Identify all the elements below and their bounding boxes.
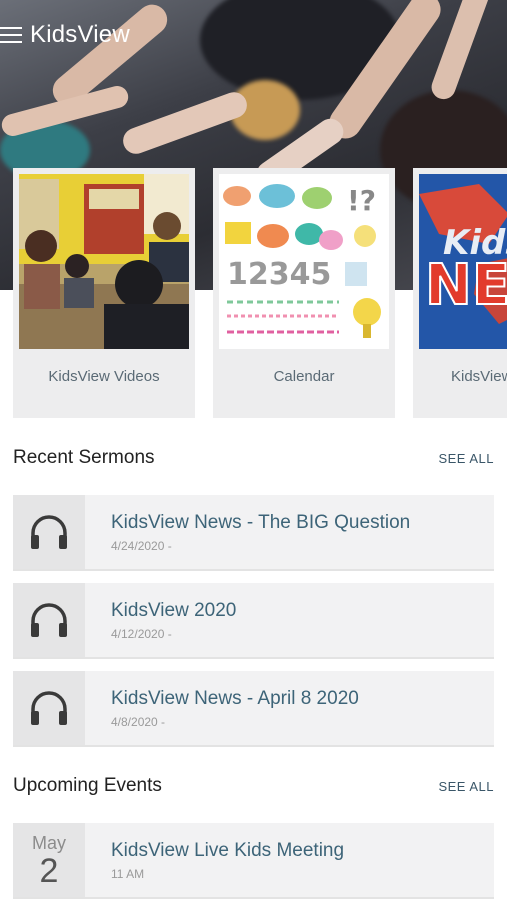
card-label: KidsView Videos [48, 368, 160, 385]
sermon-date: 4/12/2020 - [111, 626, 172, 641]
event-row[interactable]: May 2 KidsView Live Kids Meeting 11 AM [13, 823, 494, 899]
hamburger-menu-icon[interactable] [0, 27, 22, 43]
sermon-title: KidsView 2020 [111, 599, 237, 621]
see-all-sermons-link[interactable]: SEE ALL [438, 451, 494, 466]
kidsview-news-thumbnail: Kids NE [419, 174, 507, 349]
event-date-badge: May 2 [13, 823, 85, 897]
event-month: May [31, 832, 66, 853]
event-title: KidsView Live Kids Meeting [111, 839, 345, 861]
news-title-line-2: NE [425, 253, 507, 318]
card-calendar[interactable]: !? 12345 Calendar [213, 168, 395, 418]
upcoming-events-header: Upcoming Events SEE ALL [13, 775, 494, 797]
card-kidsview-news[interactable]: Kids NE KidsView [413, 168, 507, 418]
kidsview-videos-thumbnail [19, 174, 189, 349]
section-title: Upcoming Events [13, 775, 162, 796]
sermon-title: KidsView News - April 8 2020 [111, 687, 359, 709]
event-day: 2 [39, 851, 59, 890]
app-title: KidsView [30, 21, 130, 48]
sermon-date: 4/8/2020 - [111, 714, 166, 729]
top-bar: KidsView [0, 0, 507, 70]
see-all-events-link[interactable]: SEE ALL [438, 779, 494, 794]
card-label: KidsView [451, 368, 507, 385]
featured-carousel[interactable]: KidsView Videos !? 12345 Calendar Kid NE… [13, 168, 507, 418]
sermon-date: 4/24/2020 - [111, 538, 172, 553]
headphones-icon [13, 583, 85, 657]
sermon-row[interactable]: KidsView News - April 8 2020 4/8/2020 - [13, 671, 494, 747]
headphones-icon [13, 671, 85, 745]
sermon-row[interactable]: KidsView News - The BIG Question 4/24/20… [13, 495, 494, 571]
recent-sermons-header: Recent Sermons SEE ALL [13, 447, 494, 469]
section-title: Recent Sermons [13, 447, 155, 468]
card-kidsview-videos[interactable]: KidsView Videos [13, 168, 195, 418]
calendar-digits-text: 12345 [227, 257, 331, 292]
sermon-title: KidsView News - The BIG Question [111, 511, 411, 533]
headphones-icon [13, 495, 85, 569]
card-label: Calendar [273, 368, 335, 385]
calendar-marks-text: !? [347, 184, 376, 217]
event-time: 11 AM [111, 866, 145, 881]
calendar-thumbnail: !? 12345 [219, 174, 389, 349]
sermon-row[interactable]: KidsView 2020 4/12/2020 - [13, 583, 494, 659]
